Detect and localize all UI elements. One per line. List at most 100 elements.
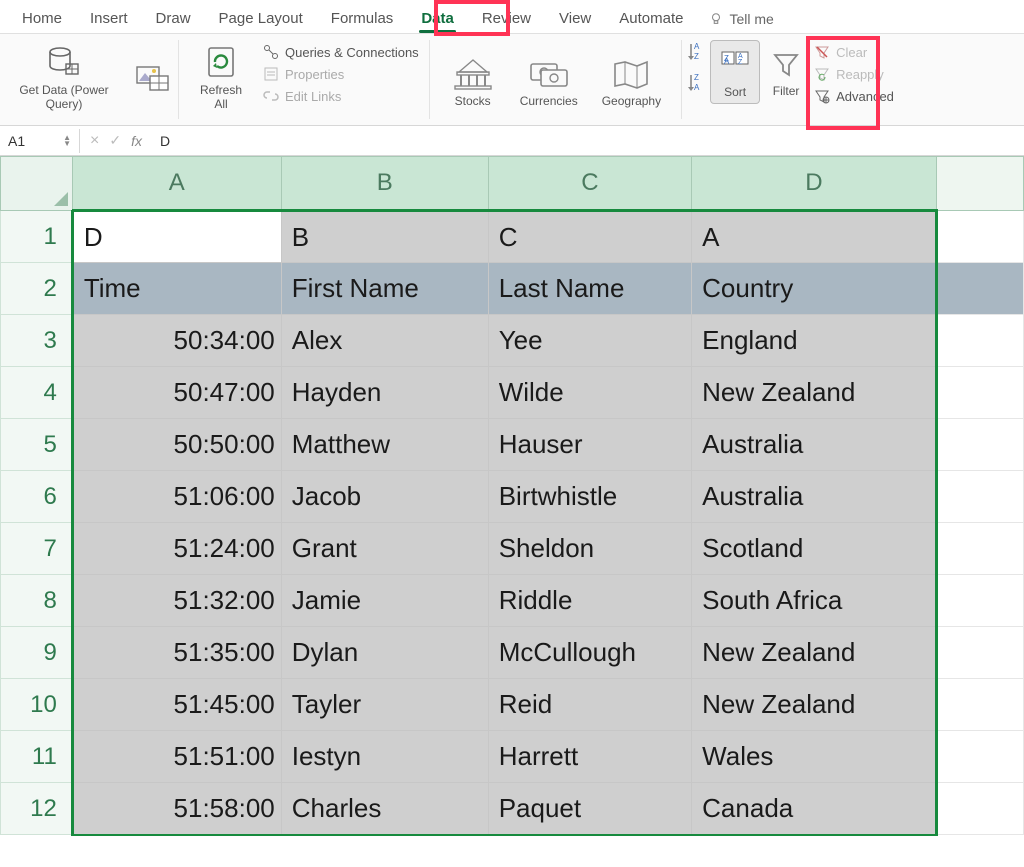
filter-button[interactable]: Filter <box>762 40 810 102</box>
cell[interactable]: Canada <box>692 783 937 835</box>
cell[interactable]: Riddle <box>488 575 691 627</box>
from-picture-button[interactable] <box>136 66 170 95</box>
cell[interactable]: Yee <box>488 315 691 367</box>
col-header-a[interactable]: A <box>72 157 281 211</box>
tab-view[interactable]: View <box>547 4 603 33</box>
confirm-formula-icon[interactable]: ✓ <box>109 132 121 149</box>
cell[interactable] <box>936 315 1023 367</box>
col-header-b[interactable]: B <box>281 157 488 211</box>
cell[interactable]: Jamie <box>281 575 488 627</box>
cell[interactable] <box>936 263 1023 315</box>
cell[interactable]: Charles <box>281 783 488 835</box>
tell-me-search[interactable]: Tell me <box>699 5 783 33</box>
properties-button[interactable]: Properties <box>261 64 421 84</box>
cell[interactable]: New Zealand <box>692 367 937 419</box>
tab-automate[interactable]: Automate <box>607 4 695 33</box>
cell[interactable]: New Zealand <box>692 679 937 731</box>
row-header[interactable]: 5 <box>1 419 73 471</box>
cell[interactable] <box>936 731 1023 783</box>
sort-az-button[interactable]: AZ <box>686 40 708 65</box>
cell[interactable]: Alex <box>281 315 488 367</box>
cell[interactable]: C <box>488 211 691 263</box>
row-header[interactable]: 12 <box>1 783 73 835</box>
cell[interactable]: 51:32:00 <box>72 575 281 627</box>
cell[interactable]: First Name <box>281 263 488 315</box>
cell[interactable]: Wales <box>692 731 937 783</box>
cell[interactable]: 50:50:00 <box>72 419 281 471</box>
cell[interactable]: Australia <box>692 471 937 523</box>
cell[interactable] <box>936 211 1023 263</box>
row-header[interactable]: 3 <box>1 315 73 367</box>
row-header[interactable]: 1 <box>1 211 73 263</box>
clear-filter-button[interactable]: Clear <box>812 42 896 62</box>
cell[interactable] <box>936 783 1023 835</box>
cell[interactable]: 51:35:00 <box>72 627 281 679</box>
cell[interactable]: Tayler <box>281 679 488 731</box>
cell[interactable] <box>936 627 1023 679</box>
cell[interactable]: England <box>692 315 937 367</box>
cell[interactable]: Jacob <box>281 471 488 523</box>
col-header-d[interactable]: D <box>692 157 937 211</box>
name-box[interactable]: A1 ▲▼ <box>0 129 80 153</box>
tab-data[interactable]: Data <box>409 4 466 33</box>
cell[interactable]: Reid <box>488 679 691 731</box>
cell[interactable]: 51:24:00 <box>72 523 281 575</box>
cell[interactable] <box>936 679 1023 731</box>
row-header[interactable]: 6 <box>1 471 73 523</box>
row-header[interactable]: 8 <box>1 575 73 627</box>
cell[interactable] <box>936 523 1023 575</box>
cell[interactable]: Paquet <box>488 783 691 835</box>
cell[interactable]: Grant <box>281 523 488 575</box>
cell[interactable]: South Africa <box>692 575 937 627</box>
cell[interactable]: Time <box>72 263 281 315</box>
row-header[interactable]: 9 <box>1 627 73 679</box>
cell[interactable]: Last Name <box>488 263 691 315</box>
cell[interactable]: Hauser <box>488 419 691 471</box>
cell[interactable]: 51:06:00 <box>72 471 281 523</box>
tab-formulas[interactable]: Formulas <box>319 4 406 33</box>
queries-connections-button[interactable]: Queries & Connections <box>261 42 421 62</box>
row-header[interactable]: 11 <box>1 731 73 783</box>
tab-review[interactable]: Review <box>470 4 543 33</box>
cell[interactable]: Birtwhistle <box>488 471 691 523</box>
cell[interactable]: 51:45:00 <box>72 679 281 731</box>
sort-za-button[interactable]: ZA <box>686 71 708 96</box>
cell[interactable]: 50:34:00 <box>72 315 281 367</box>
cell[interactable]: Australia <box>692 419 937 471</box>
cell[interactable] <box>936 419 1023 471</box>
row-header[interactable]: 10 <box>1 679 73 731</box>
cell[interactable]: Sheldon <box>488 523 691 575</box>
cell[interactable]: Matthew <box>281 419 488 471</box>
edit-links-button[interactable]: Edit Links <box>261 86 421 106</box>
cell[interactable]: A <box>692 211 937 263</box>
row-header[interactable]: 4 <box>1 367 73 419</box>
select-all-corner[interactable] <box>1 157 73 211</box>
name-box-stepper-icon[interactable]: ▲▼ <box>63 135 71 147</box>
cell[interactable] <box>936 575 1023 627</box>
cell[interactable]: B <box>281 211 488 263</box>
cancel-formula-icon[interactable]: × <box>90 132 99 150</box>
cell[interactable]: 51:51:00 <box>72 731 281 783</box>
refresh-all-button[interactable]: Refresh All <box>187 38 255 116</box>
cell[interactable] <box>936 471 1023 523</box>
sort-dialog-button[interactable]: ZAAZ Sort <box>710 40 760 104</box>
cell[interactable]: 51:58:00 <box>72 783 281 835</box>
row-header[interactable]: 2 <box>1 263 73 315</box>
currencies-button[interactable]: Currencies <box>508 50 590 112</box>
col-header-c[interactable]: C <box>488 157 691 211</box>
row-header[interactable]: 7 <box>1 523 73 575</box>
tab-insert[interactable]: Insert <box>78 4 140 33</box>
cell[interactable]: 50:47:00 <box>72 367 281 419</box>
cell[interactable]: New Zealand <box>692 627 937 679</box>
cell[interactable]: Wilde <box>488 367 691 419</box>
spreadsheet-grid[interactable]: A B C D 1DBCA2TimeFirst NameLast NameCou… <box>0 156 1024 836</box>
cell[interactable]: McCullough <box>488 627 691 679</box>
tab-home[interactable]: Home <box>10 4 74 33</box>
cell[interactable]: Hayden <box>281 367 488 419</box>
cell[interactable]: Dylan <box>281 627 488 679</box>
cell[interactable] <box>936 367 1023 419</box>
cell[interactable]: Scotland <box>692 523 937 575</box>
cell[interactable]: Harrett <box>488 731 691 783</box>
formula-input[interactable]: D <box>152 133 1024 149</box>
cell[interactable]: Country <box>692 263 937 315</box>
